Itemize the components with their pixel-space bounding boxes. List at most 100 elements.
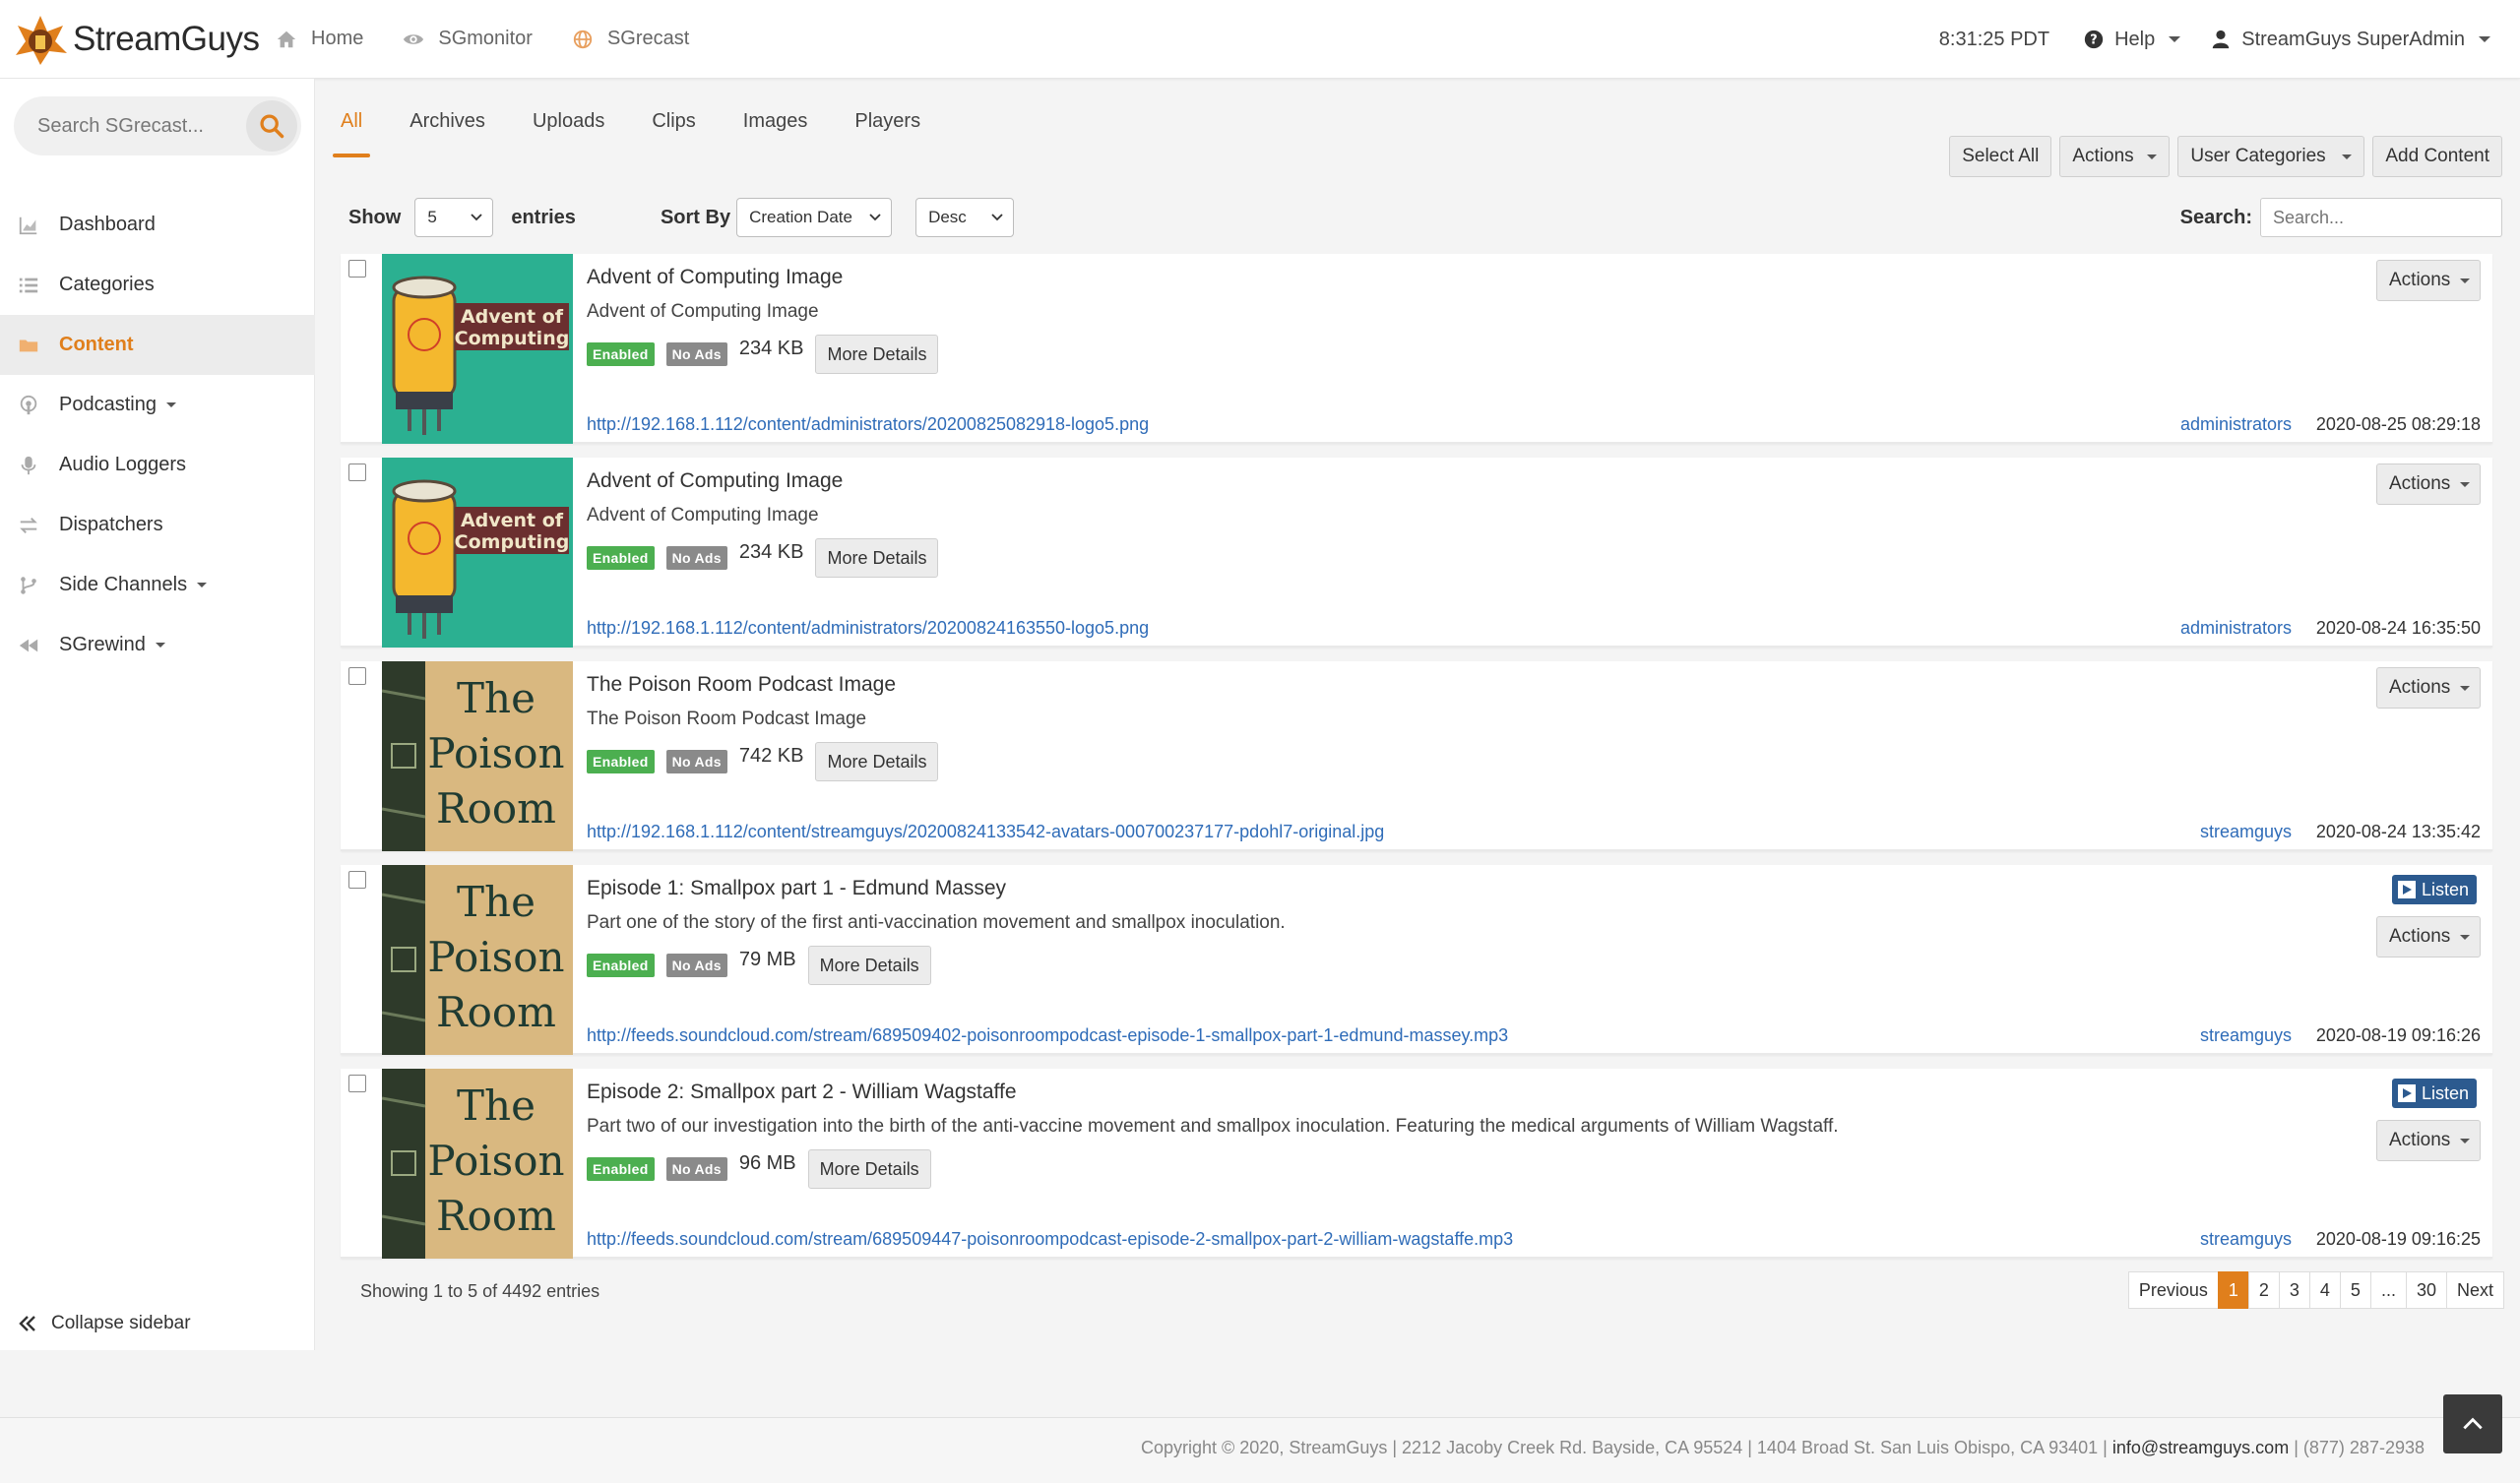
more-details-button[interactable]: More Details: [815, 538, 939, 578]
sidebar-item-label: Dispatchers: [59, 514, 163, 535]
pagination-page-3[interactable]: 3: [2278, 1271, 2310, 1309]
row-actions-dropdown[interactable]: Actions: [2376, 260, 2481, 301]
sidebar-search-input[interactable]: [14, 96, 230, 155]
pagination-next[interactable]: Next: [2445, 1271, 2504, 1309]
content-url-link[interactable]: http://192.168.1.112/content/administrat…: [587, 618, 1149, 639]
pagination-page-2[interactable]: 2: [2247, 1271, 2280, 1309]
content-row: The Poison Room Episode 1: Smallpox part…: [341, 865, 2492, 1055]
content-url-link[interactable]: http://feeds.soundcloud.com/stream/68950…: [587, 1025, 1508, 1046]
content-url-link[interactable]: http://192.168.1.112/content/streamguys/…: [587, 822, 1384, 842]
footer-email-link[interactable]: info@streamguys.com: [2112, 1438, 2289, 1457]
nav-sgmonitor[interactable]: SGmonitor: [403, 28, 533, 50]
sort-order-value: Desc: [928, 208, 967, 226]
row-checkbox[interactable]: [348, 463, 366, 481]
sidebar-item-podcasting[interactable]: Podcasting: [0, 375, 315, 435]
content-owner-link[interactable]: streamguys: [2200, 1025, 2292, 1046]
pagination-page-1[interactable]: 1: [2217, 1271, 2249, 1309]
row-actions-dropdown[interactable]: Actions: [2376, 667, 2481, 709]
more-details-button[interactable]: More Details: [815, 742, 939, 781]
row-actions-label: Actions: [2389, 473, 2451, 494]
pagination-previous[interactable]: Previous: [2127, 1271, 2219, 1309]
row-actions-dropdown[interactable]: Actions: [2376, 916, 2481, 958]
content-search-input[interactable]: [2260, 198, 2502, 237]
actions-dropdown[interactable]: Actions: [2059, 136, 2171, 177]
content-description: The Poison Room Podcast Image: [587, 709, 867, 729]
footer-phone: | (877) 287-2938: [2294, 1438, 2425, 1457]
nav-sgrecast-label: SGrecast: [606, 28, 690, 49]
content-owner-link[interactable]: streamguys: [2200, 822, 2292, 842]
pagination-page-5[interactable]: 5: [2339, 1271, 2371, 1309]
more-details-label: More Details: [819, 1158, 919, 1179]
sidebar-item-dashboard[interactable]: Dashboard: [0, 195, 315, 255]
folder-icon: [19, 340, 38, 351]
pagination-page-30[interactable]: 30: [2405, 1271, 2447, 1309]
content-description: Part two of our investigation into the b…: [587, 1116, 1839, 1137]
sidebar-item-sgrewind[interactable]: SGrewind: [0, 615, 315, 675]
row-checkbox[interactable]: [348, 667, 366, 685]
content-url-link[interactable]: http://feeds.soundcloud.com/stream/68950…: [587, 1229, 1513, 1250]
content-thumbnail[interactable]: Advent of Computing: [382, 254, 573, 444]
pagination-page-4[interactable]: 4: [2308, 1271, 2341, 1309]
chevron-down-icon: [2460, 481, 2471, 487]
more-details-button[interactable]: More Details: [807, 946, 931, 985]
question-circle-icon: ?: [2084, 30, 2104, 49]
row-actions-dropdown[interactable]: Actions: [2376, 463, 2481, 505]
brand[interactable]: StreamGuys: [12, 12, 276, 67]
collapse-sidebar-label: Collapse sidebar: [51, 1313, 191, 1333]
content-thumbnail[interactable]: The Poison Room: [382, 1069, 573, 1259]
sidebar-item-categories[interactable]: Categories: [0, 255, 315, 315]
listen-button[interactable]: Listen: [2391, 1079, 2477, 1108]
tab-archives[interactable]: Archives: [410, 98, 485, 157]
row-actions-dropdown[interactable]: Actions: [2376, 1120, 2481, 1161]
content-thumbnail[interactable]: Advent of Computing: [382, 458, 573, 648]
back-to-top-button[interactable]: [2443, 1394, 2502, 1453]
content-url-link[interactable]: http://192.168.1.112/content/administrat…: [587, 414, 1149, 435]
sidebar-item-dispatchers[interactable]: Dispatchers: [0, 495, 315, 555]
tab-images[interactable]: Images: [743, 98, 808, 157]
thumbnail-title-line-2: Computing: [455, 531, 570, 553]
chevron-down-icon: [471, 214, 482, 221]
row-checkbox[interactable]: [348, 1075, 366, 1092]
sort-order-select[interactable]: Desc: [915, 198, 1015, 237]
chevron-down-icon: [2460, 934, 2471, 940]
select-all-button[interactable]: Select All: [1949, 136, 2052, 177]
content-owner-link[interactable]: streamguys: [2200, 1229, 2292, 1250]
add-content-button[interactable]: Add Content: [2372, 136, 2502, 177]
nav-home[interactable]: Home: [276, 28, 363, 50]
enabled-badge: Enabled: [587, 954, 655, 977]
content-thumbnail[interactable]: The Poison Room: [382, 865, 573, 1055]
sort-by-select[interactable]: Creation Date: [736, 198, 893, 237]
thumbnail-title-line-3: Room: [436, 784, 556, 833]
tab-clips[interactable]: Clips: [652, 98, 695, 157]
help-menu[interactable]: ? Help: [2083, 29, 2181, 51]
no-ads-badge: No Ads: [665, 954, 727, 977]
content-description: Advent of Computing Image: [587, 301, 819, 322]
sidebar-item-audio-loggers[interactable]: Audio Loggers: [0, 435, 315, 495]
entries-select[interactable]: 5: [414, 198, 494, 237]
content-owner-link[interactable]: administrators: [2180, 618, 2292, 639]
user-categories-dropdown[interactable]: User Categories: [2177, 136, 2365, 177]
user-menu[interactable]: StreamGuys SuperAdmin: [2210, 29, 2490, 51]
thumbnail-title-line-2: Poison: [427, 729, 564, 777]
tab-players[interactable]: Players: [854, 98, 920, 157]
content-title: Advent of Computing Image: [587, 266, 844, 288]
microphone-icon: [21, 456, 36, 474]
tab-all[interactable]: All: [332, 98, 371, 157]
tab-uploads[interactable]: Uploads: [533, 98, 604, 157]
content-thumbnail[interactable]: The Poison Room: [382, 661, 573, 851]
sidebar-search-button[interactable]: [246, 100, 297, 152]
content-owner-link[interactable]: administrators: [2180, 414, 2292, 435]
footer: Copyright © 2020, StreamGuys | 2212 Jaco…: [0, 1417, 2520, 1483]
more-details-button[interactable]: More Details: [815, 335, 939, 374]
listen-button[interactable]: Listen: [2391, 875, 2477, 904]
select-all-label: Select All: [1962, 146, 2040, 166]
row-checkbox[interactable]: [348, 871, 366, 889]
more-details-button[interactable]: More Details: [807, 1149, 931, 1189]
row-checkbox[interactable]: [348, 260, 366, 278]
listen-label: Listen: [2421, 1082, 2469, 1103]
collapse-sidebar-button[interactable]: Collapse sidebar: [16, 1309, 191, 1338]
chevron-down-icon: [197, 583, 208, 587]
sidebar-item-content[interactable]: Content: [0, 315, 315, 375]
sidebar-item-side-channels[interactable]: Side Channels: [0, 555, 315, 615]
nav-sgrecast[interactable]: SGrecast: [572, 28, 689, 50]
